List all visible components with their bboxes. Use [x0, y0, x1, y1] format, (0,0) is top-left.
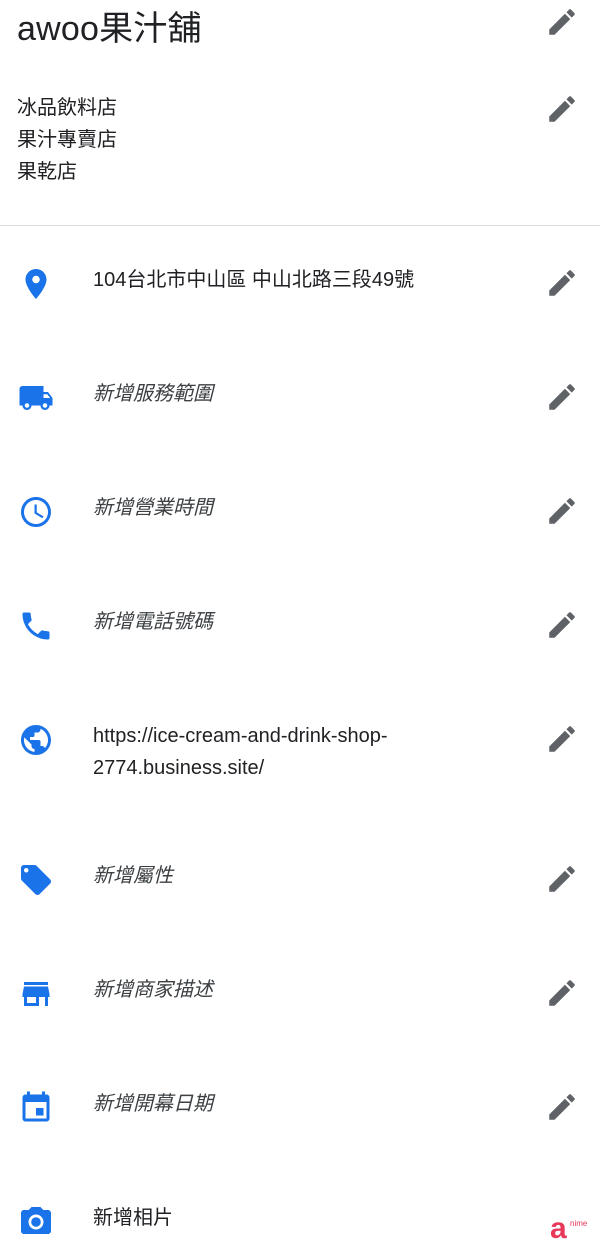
add-service-area-link[interactable]: 新增服務範圍	[93, 378, 523, 410]
edit-attributes-button[interactable]	[545, 862, 579, 896]
edit-categories-button[interactable]	[545, 92, 579, 126]
edit-hours-button[interactable]	[545, 494, 579, 528]
add-description-link[interactable]: 新增商家描述	[93, 974, 523, 1006]
location-pin-icon	[18, 266, 54, 302]
phone-icon	[18, 608, 54, 644]
website-line: https://ice-cream-and-drink-shop-	[93, 725, 388, 747]
category-item: 冰品飲料店	[17, 97, 117, 119]
globe-icon	[18, 722, 54, 758]
svg-text:a: a	[550, 1212, 567, 1242]
business-name: awoo果汁舖	[17, 10, 202, 48]
category-list: 冰品飲料店 果汁專賣店 果乾店	[17, 92, 117, 188]
clock-icon	[18, 494, 54, 530]
pencil-icon	[549, 612, 575, 638]
pencil-icon	[549, 9, 575, 35]
calendar-icon	[18, 1090, 54, 1126]
watermark-logo: a nime	[550, 1212, 588, 1242]
edit-phone-button[interactable]	[545, 608, 579, 642]
edit-website-button[interactable]	[545, 722, 579, 756]
pencil-icon	[549, 866, 575, 892]
tag-icon	[18, 862, 54, 898]
truck-icon	[18, 380, 54, 416]
divider	[0, 225, 600, 226]
category-item: 果汁專賣店	[17, 129, 117, 151]
add-photos-link[interactable]: 新增相片	[93, 1202, 523, 1234]
add-opening-date-link[interactable]: 新增開幕日期	[93, 1088, 523, 1120]
category-item: 果乾店	[17, 161, 77, 183]
add-phone-link[interactable]: 新增電話號碼	[93, 606, 523, 638]
pencil-icon	[549, 498, 575, 524]
edit-service-area-button[interactable]	[545, 380, 579, 414]
svg-text:nime: nime	[570, 1219, 588, 1228]
edit-description-button[interactable]	[545, 976, 579, 1010]
pencil-icon	[549, 384, 575, 410]
edit-name-button[interactable]	[545, 5, 579, 39]
storefront-icon	[18, 976, 54, 1012]
add-hours-link[interactable]: 新增營業時間	[93, 492, 523, 524]
add-attributes-link[interactable]: 新增屬性	[93, 860, 523, 892]
edit-opening-date-button[interactable]	[545, 1090, 579, 1124]
website-link[interactable]: https://ice-cream-and-drink-shop- 2774.b…	[93, 720, 523, 784]
camera-icon	[18, 1204, 54, 1240]
website-line: 2774.business.site/	[93, 757, 265, 779]
pencil-icon	[549, 726, 575, 752]
pencil-icon	[549, 270, 575, 296]
pencil-icon	[549, 1094, 575, 1120]
pencil-icon	[549, 96, 575, 122]
pencil-icon	[549, 980, 575, 1006]
edit-address-button[interactable]	[545, 266, 579, 300]
address-text[interactable]: 104台北市中山區 中山北路三段49號	[93, 264, 523, 296]
